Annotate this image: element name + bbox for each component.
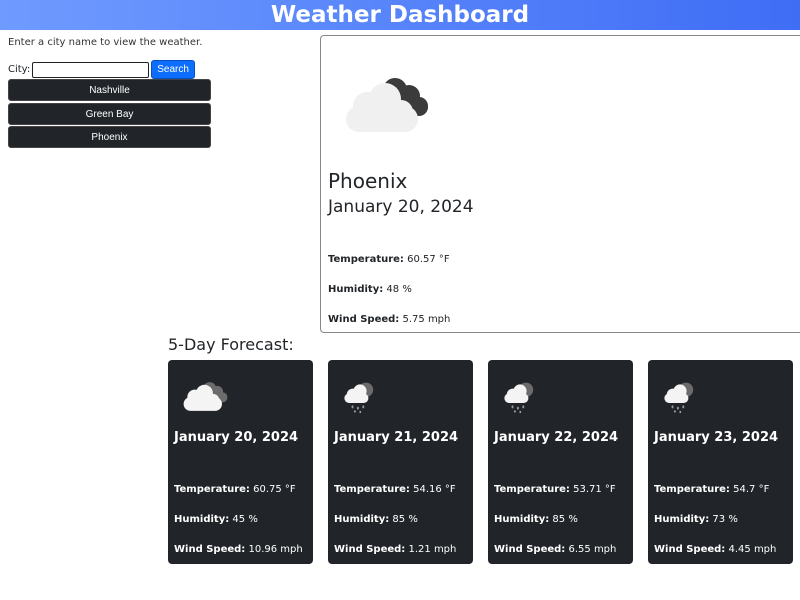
temperature-label: Temperature: <box>174 484 250 495</box>
humidity-label: Humidity: <box>174 514 230 525</box>
wind-value: 6.55 mph <box>568 544 617 555</box>
search-instructions: Enter a city name to view the weather. <box>8 37 203 48</box>
history-button-green-bay[interactable]: Green Bay <box>8 102 211 125</box>
wind-label: Wind Speed: <box>328 314 400 325</box>
wind-label: Wind Speed: <box>334 544 406 555</box>
forecast-humidity: Humidity: 73 % <box>654 514 738 525</box>
current-city: Phoenix <box>328 169 408 193</box>
history-button-nashville[interactable]: Nashville <box>8 79 211 101</box>
forecast-card: January 20, 2024 Temperature: 60.75 °F H… <box>168 360 313 564</box>
current-date: January 20, 2024 <box>328 197 474 217</box>
forecast-wind: Wind Speed: 10.96 mph <box>174 544 303 555</box>
forecast-card: January 21, 2024 Temperature: 54.16 °F H… <box>328 360 473 564</box>
humidity-label: Humidity: <box>328 284 384 295</box>
temperature-value: 60.57 °F <box>407 254 450 265</box>
wind-value: 10.96 mph <box>248 544 303 555</box>
page-header: Weather Dashboard <box>0 0 800 30</box>
wind-value: 1.21 mph <box>408 544 457 555</box>
current-humidity: Humidity: 48 % <box>328 284 412 295</box>
forecast-wind: Wind Speed: 6.55 mph <box>494 544 616 555</box>
temperature-label: Temperature: <box>654 484 730 495</box>
forecast-temperature: Temperature: 54.7 °F <box>654 484 769 495</box>
rain-cloud-icon <box>662 380 698 418</box>
forecast-temperature: Temperature: 53.71 °F <box>494 484 616 495</box>
humidity-value: 85 % <box>392 514 418 525</box>
forecast-humidity: Humidity: 45 % <box>174 514 258 525</box>
temperature-label: Temperature: <box>334 484 410 495</box>
temperature-label: Temperature: <box>494 484 570 495</box>
wind-label: Wind Speed: <box>494 544 566 555</box>
forecast-temperature: Temperature: 60.75 °F <box>174 484 296 495</box>
page-title: Weather Dashboard <box>270 2 530 28</box>
wind-label: Wind Speed: <box>654 544 726 555</box>
forecast-card: January 23, 2024 Temperature: 54.7 °F Hu… <box>648 360 793 564</box>
forecast-heading: 5-Day Forecast: <box>168 335 294 354</box>
forecast-date: January 22, 2024 <box>494 430 619 445</box>
current-weather-panel: Phoenix January 20, 2024 Temperature: 60… <box>320 35 800 333</box>
forecast-wind: Wind Speed: 1.21 mph <box>334 544 456 555</box>
city-label: City: <box>8 64 31 75</box>
forecast-temperature: Temperature: 54.16 °F <box>334 484 456 495</box>
temperature-value: 60.75 °F <box>253 484 296 495</box>
rain-cloud-icon <box>502 380 538 418</box>
city-input[interactable] <box>32 61 150 78</box>
wind-value: 4.45 mph <box>728 544 777 555</box>
humidity-value: 73 % <box>712 514 738 525</box>
forecast-date: January 21, 2024 <box>334 430 459 445</box>
forecast-humidity: Humidity: 85 % <box>494 514 578 525</box>
humidity-value: 45 % <box>232 514 258 525</box>
humidity-label: Humidity: <box>654 514 710 525</box>
forecast-date: January 20, 2024 <box>174 430 299 445</box>
cloudy-icon <box>182 380 230 416</box>
humidity-value: 85 % <box>552 514 578 525</box>
forecast-date: January 23, 2024 <box>654 430 779 445</box>
humidity-value: 48 % <box>386 284 412 295</box>
forecast-humidity: Humidity: 85 % <box>334 514 418 525</box>
current-wind: Wind Speed: 5.75 mph <box>328 314 450 325</box>
search-history: Nashville Green Bay Phoenix <box>8 79 211 150</box>
temperature-label: Temperature: <box>328 254 404 265</box>
rain-cloud-icon <box>342 380 378 418</box>
cloudy-icon <box>343 74 433 138</box>
humidity-label: Humidity: <box>334 514 390 525</box>
search-form: City: Search <box>8 60 195 79</box>
wind-value: 5.75 mph <box>402 314 451 325</box>
humidity-label: Humidity: <box>494 514 550 525</box>
search-button[interactable]: Search <box>151 60 195 79</box>
temperature-value: 54.16 °F <box>413 484 456 495</box>
wind-label: Wind Speed: <box>174 544 246 555</box>
forecast-card: January 22, 2024 Temperature: 53.71 °F H… <box>488 360 633 564</box>
temperature-value: 54.7 °F <box>733 484 770 495</box>
temperature-value: 53.71 °F <box>573 484 616 495</box>
history-button-phoenix[interactable]: Phoenix <box>8 126 211 148</box>
forecast-wind: Wind Speed: 4.45 mph <box>654 544 776 555</box>
current-temperature: Temperature: 60.57 °F <box>328 254 450 265</box>
